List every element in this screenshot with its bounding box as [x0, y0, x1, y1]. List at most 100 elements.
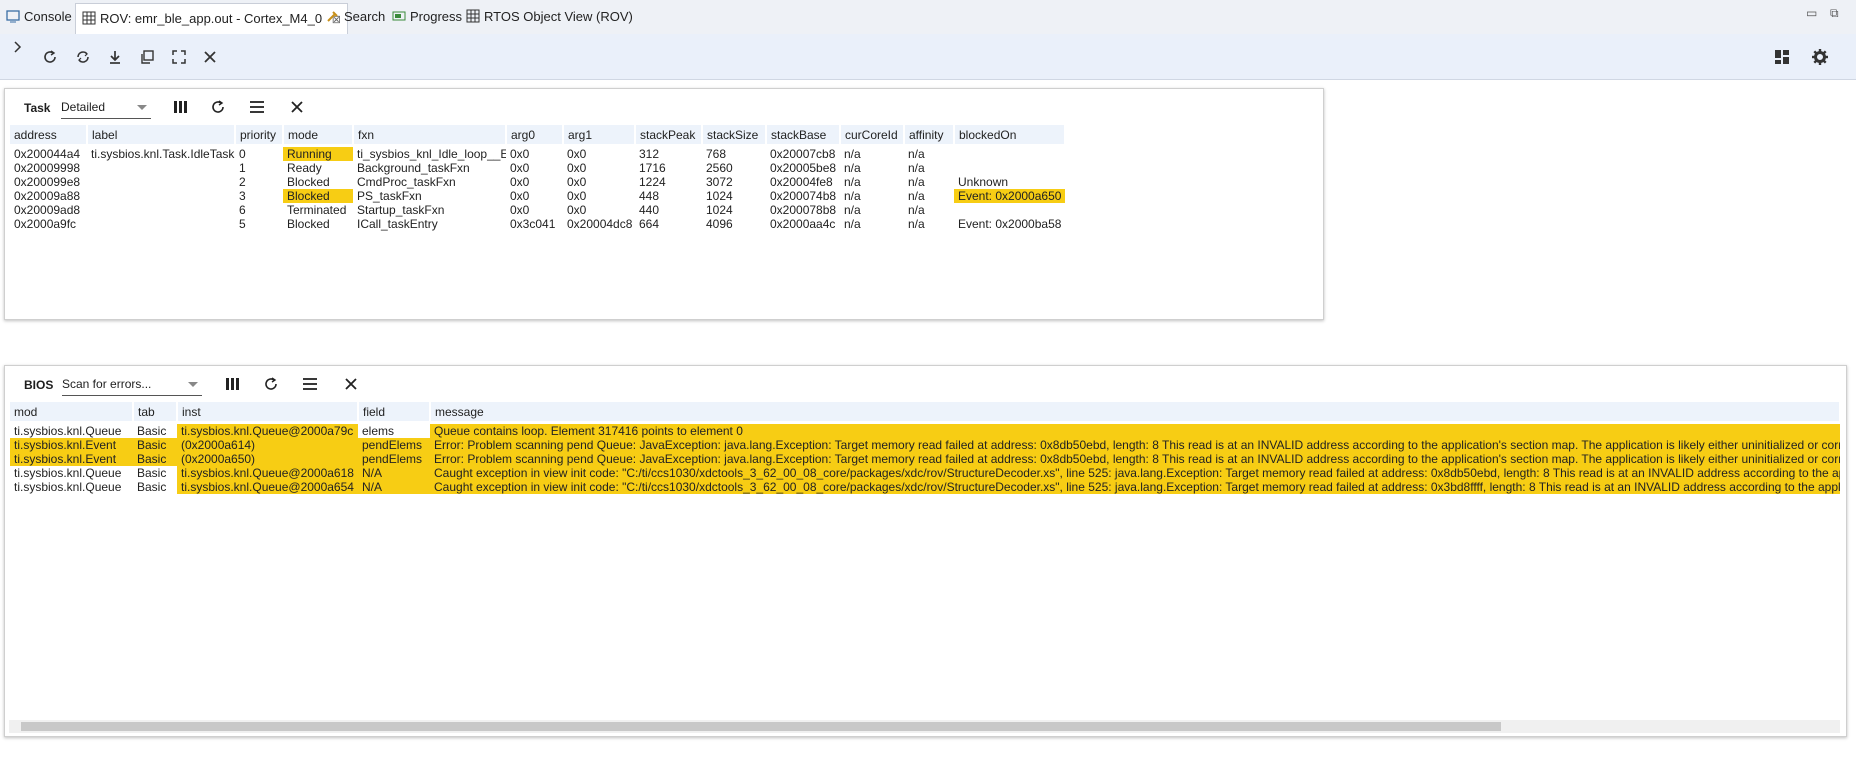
column-header-stackbase[interactable]: stackBase — [766, 125, 841, 144]
cell-tab: Basic — [137, 480, 167, 494]
cell-arg1: 0x0 — [567, 203, 587, 217]
cell-stackpeak: 440 — [639, 203, 660, 217]
table-row[interactable]: ti.sysbios.knl.Event Basic (0x2000a614) pen… — [10, 438, 1840, 452]
column-header-address[interactable]: address — [10, 125, 88, 144]
cell-mode: Terminated — [287, 203, 347, 217]
table-row[interactable]: 0x20009a88 3 Blocked PS_taskFxn 0x0 0x0 448 102… — [10, 189, 1065, 203]
cell-curcoreid: n/a — [844, 161, 861, 175]
cell-fxn: ICall_taskEntry — [357, 217, 438, 231]
expand-chevron-icon[interactable] — [8, 37, 28, 57]
table-icon — [466, 6, 480, 23]
cell-inst: ti.sysbios.knl.Queue@2000a654 — [177, 480, 358, 494]
tab-rtos-object-view[interactable]: RTOS Object View (ROV) — [466, 4, 633, 30]
cell-address: 0x2000a9fc — [14, 217, 77, 231]
column-header-arg1[interactable]: arg1 — [563, 125, 636, 144]
column-header-tab[interactable]: tab — [133, 402, 178, 421]
table-row[interactable]: ti.sysbios.knl.Event Basic (0x2000a650) pen… — [10, 452, 1840, 466]
close-icon[interactable] — [287, 97, 307, 117]
maximize-icon[interactable]: ⧉ — [1830, 6, 1839, 21]
column-header-priority[interactable]: priority — [235, 125, 284, 144]
table-row[interactable]: ti.sysbios.knl.Queue Basic ti.sysbios.knl.… — [10, 424, 1840, 438]
cell-mode: Blocked — [287, 175, 330, 189]
task-table: address label priority mode fxn arg0 arg1 stack… — [10, 125, 1066, 231]
view-select[interactable]: Detailed — [61, 96, 151, 119]
cell-address: 0x200099e8 — [14, 175, 81, 189]
progress-icon — [392, 6, 406, 21]
cell-tab: Basic — [133, 452, 177, 466]
cell-stacksize: 768 — [706, 147, 727, 161]
cell-priority: 0 — [239, 147, 246, 161]
menu-icon[interactable] — [300, 374, 320, 394]
view-tab-bar: Console ROV: emr_ble_app.out - Cortex_M4… — [0, 0, 1856, 35]
view-select[interactable]: Scan for errors... — [62, 373, 202, 396]
cell-mode: Blocked — [283, 189, 353, 203]
column-header-blockedon[interactable]: blockedOn — [954, 125, 1066, 144]
gear-icon[interactable] — [1810, 47, 1830, 67]
menu-icon[interactable] — [247, 97, 267, 117]
download-icon[interactable] — [105, 47, 125, 67]
table-row[interactable]: 0x20009ad8 6 Terminated Startup_taskFxn 0x0 0… — [10, 203, 1065, 217]
close-icon[interactable] — [200, 47, 220, 67]
cell-affinity: n/a — [908, 203, 925, 217]
bios-table: mod tab inst field message ti.sysbios.knl.Qu… — [10, 402, 1841, 494]
cell-arg0: 0x0 — [510, 203, 530, 217]
cell-address: 0x20009ad8 — [14, 203, 81, 217]
column-header-arg0[interactable]: arg0 — [506, 125, 564, 144]
cell-label — [87, 189, 235, 203]
chevron-down-icon — [188, 382, 198, 387]
cell-blockedon — [954, 161, 1065, 175]
cell-label — [87, 161, 235, 175]
table-row[interactable]: 0x2000a9fc 5 Blocked ICall_taskEntry 0x3c041… — [10, 217, 1065, 231]
cell-mode: Ready — [287, 161, 322, 175]
column-header-message[interactable]: message — [430, 402, 1841, 421]
column-header-affinity[interactable]: affinity — [904, 125, 955, 144]
close-icon[interactable] — [341, 374, 361, 394]
scrollbar-thumb[interactable] — [21, 722, 1501, 731]
copy-icon[interactable] — [137, 47, 157, 67]
column-header-curcoreid[interactable]: curCoreId — [840, 125, 905, 144]
cell-stackbase: 0x2000aa4c — [770, 217, 836, 231]
column-header-mod[interactable]: mod — [10, 402, 134, 421]
column-header-field[interactable]: field — [358, 402, 431, 421]
cell-curcoreid: n/a — [844, 175, 861, 189]
cell-blockedon: Event: 0x2000ba58 — [958, 217, 1062, 231]
cell-message: Error: Problem scanning pend Queue: Java… — [430, 438, 1840, 452]
horizontal-scrollbar[interactable] — [9, 720, 1840, 733]
column-header-stackpeak[interactable]: stackPeak — [635, 125, 703, 144]
cell-affinity: n/a — [908, 147, 925, 161]
table-row[interactable]: 0x200099e8 2 Blocked CmdProc_taskFxn 0x0 0x0 1… — [10, 175, 1065, 189]
tab-search[interactable]: Search — [326, 4, 385, 30]
dashboard-icon[interactable] — [1772, 47, 1792, 67]
table-row[interactable]: ti.sysbios.knl.Queue Basic ti.sysbios.knl.… — [10, 466, 1840, 480]
columns-icon[interactable] — [223, 374, 243, 394]
columns-icon[interactable] — [171, 97, 191, 117]
cell-affinity: n/a — [908, 217, 925, 231]
tab-console[interactable]: Console — [6, 4, 72, 30]
cell-label — [87, 217, 235, 231]
column-header-mode[interactable]: mode — [283, 125, 354, 144]
cell-priority: 2 — [239, 175, 246, 189]
refresh-icon[interactable] — [261, 374, 281, 394]
cell-affinity: n/a — [908, 175, 925, 189]
continuous-refresh-icon[interactable] — [73, 47, 93, 67]
tab-progress[interactable]: Progress — [392, 4, 462, 30]
column-header-fxn[interactable]: fxn — [353, 125, 507, 144]
cell-inst: (0x2000a650) — [177, 452, 358, 466]
cell-tab: Basic — [137, 466, 167, 480]
tab-rov-cortex[interactable]: ROV: emr_ble_app.out - Cortex_M4_0 ⊠ — [75, 3, 348, 34]
column-header-inst[interactable]: inst — [177, 402, 359, 421]
column-header-stacksize[interactable]: stackSize — [702, 125, 767, 144]
table-row[interactable]: 0x200044a4 ti.sysbios.knl.Task.IdleTask 0 R… — [10, 147, 1065, 161]
cell-tab: Basic — [133, 438, 177, 452]
table-row[interactable]: 0x20009998 1 Ready Background_taskFxn 0x0 0x0… — [10, 161, 1065, 175]
refresh-icon[interactable] — [208, 97, 228, 117]
cell-affinity: n/a — [908, 189, 925, 203]
cell-tab: Basic — [137, 424, 167, 438]
minimize-icon[interactable]: ▭ — [1806, 6, 1817, 20]
table-row[interactable]: ti.sysbios.knl.Queue Basic ti.sysbios.knl.… — [10, 480, 1840, 494]
fullscreen-icon[interactable] — [169, 47, 189, 67]
refresh-icon[interactable] — [40, 47, 60, 67]
column-header-label[interactable]: label — [87, 125, 236, 144]
cell-field: pendElems — [358, 452, 430, 466]
panel-title: BIOS — [24, 378, 54, 392]
